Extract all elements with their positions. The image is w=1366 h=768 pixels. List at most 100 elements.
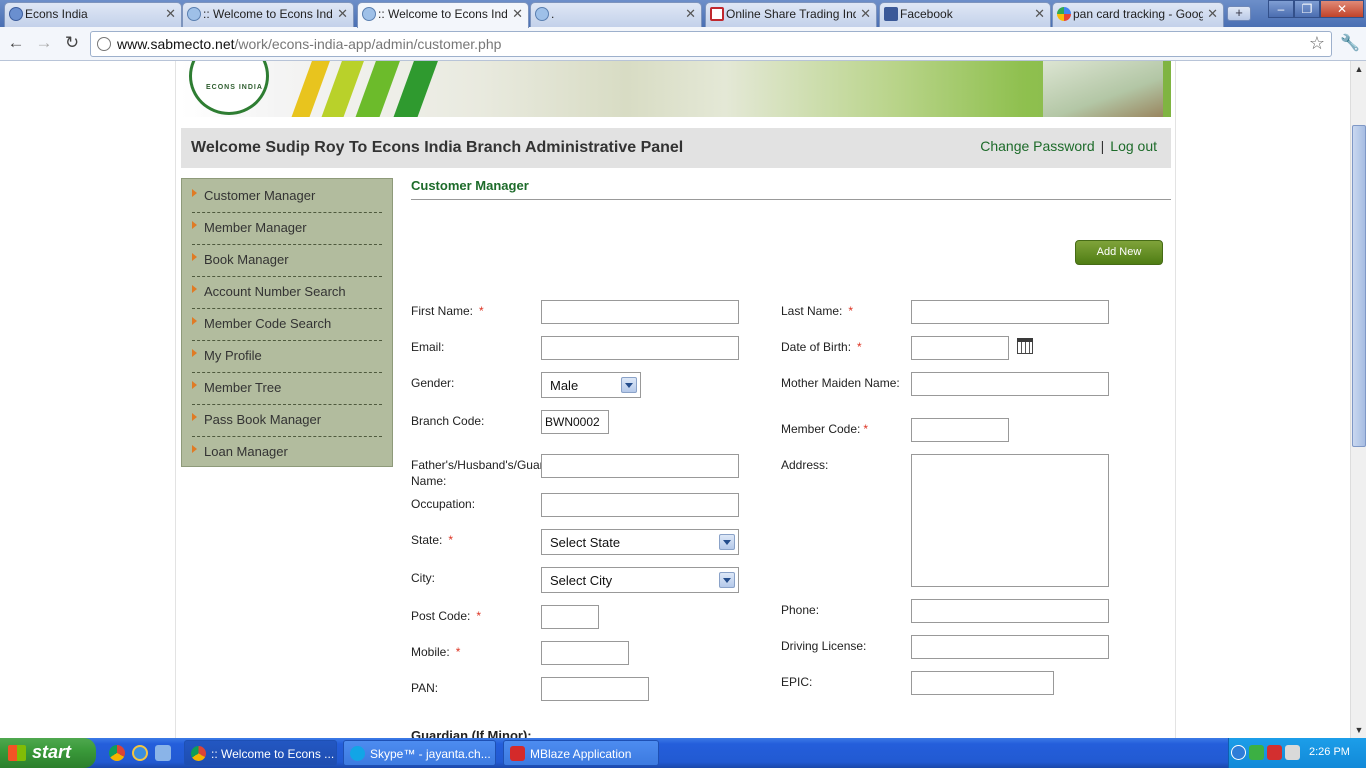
mobile-field[interactable]	[541, 641, 629, 665]
tab-title: Econs India	[25, 7, 88, 21]
close-icon[interactable]: ✕	[165, 3, 176, 25]
label-text: Last Name:	[781, 304, 843, 318]
start-button[interactable]: start	[0, 738, 96, 768]
browser-tab-6[interactable]: Facebook ✕	[879, 2, 1051, 27]
address-bar[interactable]: www.sabmecto.net/work/econs-india-app/ad…	[90, 31, 1332, 57]
guardian-heading: Guardian (If Minor):	[411, 728, 532, 738]
occupation-field[interactable]	[541, 493, 739, 517]
gender-select-value: Male	[550, 378, 579, 393]
taskbar-item-chrome[interactable]: :: Welcome to Econs ...	[184, 740, 337, 766]
close-icon[interactable]: ✕	[860, 3, 871, 25]
logo-text: ECONS INDIA	[206, 84, 263, 91]
first-name-label: First Name: *	[411, 303, 484, 319]
security-icon[interactable]	[1249, 745, 1264, 760]
taskbar-item-label: Skype™ - jayanta.ch...	[370, 747, 491, 761]
label-text: Mobile:	[411, 645, 450, 659]
internet-explorer-icon[interactable]	[132, 745, 148, 761]
tab-title: .	[551, 7, 555, 21]
windows-logo-icon	[8, 745, 26, 761]
window-close-icon[interactable]: ✕	[1320, 0, 1364, 18]
gender-select[interactable]: Male	[541, 372, 641, 398]
browser-tab-4[interactable]: . ✕	[530, 2, 702, 27]
sidebar-item-customer-manager[interactable]: Customer Manager	[192, 181, 382, 213]
member-code-field[interactable]	[911, 418, 1009, 442]
browser-tab-1[interactable]: Econs India ✕	[4, 2, 182, 27]
mother-maiden-name-field[interactable]	[911, 372, 1109, 396]
show-desktop-icon[interactable]	[155, 745, 171, 761]
browser-tab-5[interactable]: Online Share Trading India ✕	[705, 2, 877, 27]
driving-license-label: Driving License:	[781, 639, 867, 653]
city-select-value: Select City	[550, 573, 613, 588]
browser-tab-7[interactable]: pan card tracking - Google ✕	[1052, 2, 1224, 27]
sidebar-item-label: Member Code Search	[204, 316, 332, 331]
close-icon[interactable]: ✕	[337, 3, 348, 25]
chrome-icon[interactable]	[109, 745, 125, 761]
close-icon[interactable]: ✕	[512, 3, 523, 25]
mblaze-icon	[510, 746, 525, 761]
sidebar-item-account-number-search[interactable]: Account Number Search	[192, 277, 382, 309]
taskbar-item-label: MBlaze Application	[530, 747, 632, 761]
bookmark-star-icon[interactable]: ☆	[1309, 33, 1325, 54]
branch-code-field[interactable]	[541, 410, 609, 434]
calendar-icon[interactable]	[1017, 338, 1033, 354]
scroll-up-arrow-icon[interactable]: ▲	[1351, 61, 1366, 77]
close-icon[interactable]: ✕	[1207, 3, 1218, 25]
first-name-field[interactable]	[541, 300, 739, 324]
last-name-field[interactable]	[911, 300, 1109, 324]
driving-license-field[interactable]	[911, 635, 1109, 659]
back-arrow-icon[interactable]: ←	[5, 33, 27, 55]
chevron-down-icon	[719, 572, 735, 588]
pan-label: PAN:	[411, 681, 439, 695]
vertical-scrollbar[interactable]: ▲ ▼	[1350, 61, 1366, 738]
phone-field[interactable]	[911, 599, 1109, 623]
pan-field[interactable]	[541, 677, 649, 701]
chrome-icon	[191, 746, 206, 761]
sidebar-item-member-manager[interactable]: Member Manager	[192, 213, 382, 245]
sidebar-item-pass-book-manager[interactable]: Pass Book Manager	[192, 405, 382, 437]
minimize-icon[interactable]: –	[1268, 0, 1294, 18]
father-name-field[interactable]	[541, 454, 739, 478]
sidebar-item-loan-manager[interactable]: Loan Manager	[192, 437, 382, 469]
epic-field[interactable]	[911, 671, 1054, 695]
post-code-field[interactable]	[541, 605, 599, 629]
mobile-label: Mobile: *	[411, 644, 460, 660]
change-password-link[interactable]: Change Password	[980, 138, 1094, 154]
close-icon[interactable]: ✕	[1034, 3, 1045, 25]
sidebar-menu: Customer Manager Member Manager Book Man…	[181, 178, 393, 467]
date-of-birth-field[interactable]	[911, 336, 1009, 360]
browser-tab-strip: Econs India ✕ :: Welcome to Econs India …	[0, 0, 1366, 28]
logout-link[interactable]: Log out	[1110, 138, 1157, 154]
address-textarea[interactable]	[911, 454, 1109, 587]
tab-title: :: Welcome to Econs India	[378, 7, 508, 21]
city-select[interactable]: Select City	[541, 567, 739, 593]
new-tab-button[interactable]: +	[1227, 6, 1251, 21]
sidebar-item-my-profile[interactable]: My Profile	[192, 341, 382, 373]
taskbar-item-mblaze[interactable]: MBlaze Application	[503, 740, 659, 766]
sidebar-item-member-code-search[interactable]: Member Code Search	[192, 309, 382, 341]
browser-tab-2[interactable]: :: Welcome to Econs India ✕	[182, 2, 354, 27]
reload-icon[interactable]: ↻	[61, 33, 83, 55]
browser-tab-3[interactable]: :: Welcome to Econs India ✕	[357, 2, 529, 28]
banner-stripe	[354, 61, 400, 117]
state-select[interactable]: Select State	[541, 529, 739, 555]
scrollbar-thumb[interactable]	[1352, 125, 1366, 447]
antivirus-icon[interactable]	[1267, 745, 1282, 760]
taskbar-item-skype[interactable]: Skype™ - jayanta.ch...	[343, 740, 496, 766]
main-content: Customer Manager Add New First Name: * Em…	[411, 178, 1171, 738]
volume-icon[interactable]	[1285, 745, 1300, 760]
email-field[interactable]	[541, 336, 739, 360]
wrench-icon[interactable]: 🔧	[1340, 33, 1360, 53]
sidebar-item-book-manager[interactable]: Book Manager	[192, 245, 382, 277]
page-icon	[362, 7, 376, 21]
scroll-down-arrow-icon[interactable]: ▼	[1351, 722, 1366, 738]
globe-icon	[97, 37, 111, 51]
add-new-button[interactable]: Add New	[1075, 240, 1163, 265]
restore-icon[interactable]: ❐	[1294, 0, 1320, 18]
forward-arrow-icon[interactable]: →	[33, 33, 55, 55]
header-banner: ECONS INDIA	[181, 61, 1171, 117]
taskbar-clock: 2:26 PM	[1309, 746, 1350, 758]
tray-expand-icon[interactable]	[1231, 745, 1246, 760]
branch-code-label: Branch Code:	[411, 414, 485, 428]
close-icon[interactable]: ✕	[685, 3, 696, 25]
sidebar-item-member-tree[interactable]: Member Tree	[192, 373, 382, 405]
